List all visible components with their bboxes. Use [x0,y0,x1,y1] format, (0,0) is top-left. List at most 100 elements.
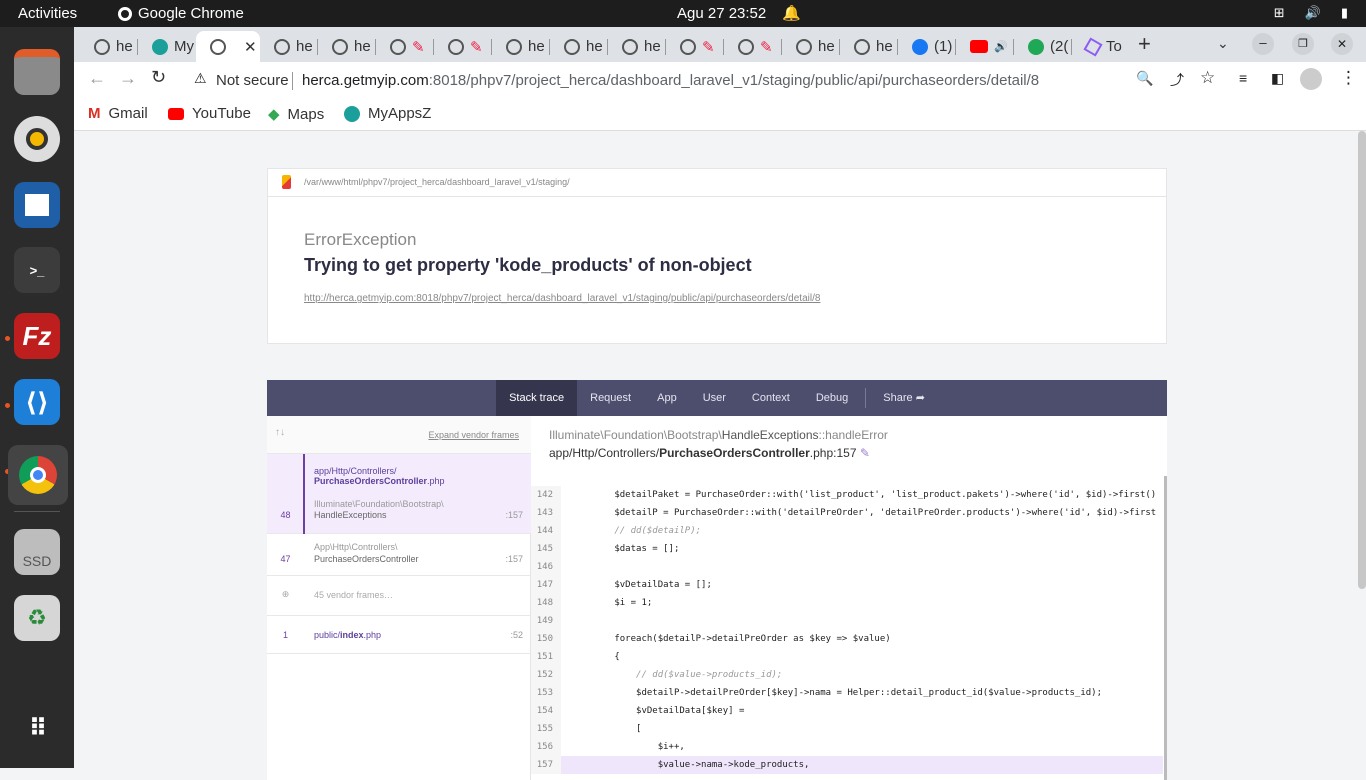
expand-vendor-link[interactable]: Expand vendor frames [428,430,519,440]
stack-frame[interactable]: App\Http\Controllers\ PurchaseOrdersCont… [267,534,531,576]
tab[interactable]: 🔊 [956,31,1014,62]
code-text: $detailP = PurchaseOrder::with('detailPr… [571,508,1157,518]
writer-icon[interactable] [14,182,60,228]
code-text: { [571,652,620,662]
tab[interactable]: (1) [898,31,956,62]
reload-icon[interactable]: ↻ [151,67,166,88]
wand-icon: ✎ [760,38,773,56]
tab-search-icon[interactable]: ⌄ [1217,35,1229,52]
tab[interactable]: ✎ [666,31,724,62]
files-icon[interactable] [14,49,60,95]
menu-icon[interactable]: ⋮ [1340,68,1357,88]
error-header: /var/www/html/phpv7/project_herca/dashbo… [267,168,1167,344]
tab[interactable]: ✎ [724,31,782,62]
bookmark-myappsz[interactable]: MyAppsZ [344,105,431,122]
zoom-icon[interactable]: 🔍 [1136,70,1153,87]
ignition-logo-icon [282,175,291,189]
system-top-bar: Activities Google Chrome Agu 27 23:52 🔔 … [0,0,1366,27]
terminal-icon[interactable]: >_ [14,247,60,293]
request-url-link[interactable]: http://herca.getmyip.com:8018/phpv7/proj… [304,293,820,304]
tab[interactable]: ✎ [434,31,492,62]
tab[interactable]: (2( [1014,31,1072,62]
apps-grid-icon[interactable]: ⠿ [14,705,60,751]
system-tray[interactable]: ⊞ 🔊 ▮ [1274,5,1348,21]
warning-icon: ⚠ [194,70,207,86]
star-icon[interactable]: ☆ [1200,68,1215,88]
new-tab-button[interactable]: + [1138,31,1151,57]
youtube-icon [970,40,988,53]
line-number: 148 [531,594,561,612]
close-window-button[interactable]: ✕ [1331,33,1353,55]
forward-icon[interactable]: → [119,68,137,89]
vscode-icon[interactable]: ⟨⟩ [14,379,60,425]
code-scrollbar[interactable] [1164,476,1167,780]
tab-request[interactable]: Request [577,380,644,416]
tab-app[interactable]: App [644,380,690,416]
globe-icon [448,38,464,55]
code-text: $i++, [571,742,685,752]
globe-icon [210,38,226,55]
bookmark-youtube[interactable]: YouTube [168,105,251,122]
tab[interactable]: he [550,31,608,62]
vendor-frames-toggle[interactable]: ⊕ 45 vendor frames… [267,576,531,616]
globe-icon [854,38,870,55]
battery-icon: ▮ [1340,5,1348,20]
globe-icon [506,38,522,55]
close-icon[interactable]: ✕ [244,38,257,56]
side-panel-icon[interactable]: ◧ [1271,70,1284,87]
activities-button[interactable]: Activities [18,5,77,22]
line-number: 144 [531,522,561,540]
maximize-button[interactable]: ❐ [1292,33,1314,55]
wand-icon: ✎ [412,38,425,56]
tab[interactable]: he [260,31,318,62]
exception-file[interactable]: app/Http/Controllers/PurchaseOrdersContr… [549,446,870,460]
share-button[interactable]: Share ➦ [870,380,938,416]
edit-pencil-icon[interactable]: ✎ [860,446,870,460]
app-menu[interactable]: Google Chrome [118,5,244,22]
clock[interactable]: Agu 27 23:52 [677,5,766,22]
page-scrollbar[interactable] [1358,131,1366,589]
tab[interactable]: he [608,31,666,62]
tab-strip: he My ✕ he he ✎ ✎ he he he ✎ ✎ he he (1)… [74,27,1366,62]
stack-frame-selected[interactable]: app/Http/Controllers/PurchaseOrdersContr… [267,454,531,534]
code-line-highlighted: 157 $value->nama->kode_products, [531,756,1163,774]
bookmark-gmail[interactable]: M Gmail [88,105,148,122]
tab-stack-trace[interactable]: Stack trace [496,380,578,416]
line-number: 157 [531,756,561,774]
minimize-button[interactable]: – [1252,33,1274,55]
tab[interactable]: To [1072,31,1130,62]
bookmark-maps[interactable]: ◆ Maps [268,105,324,124]
chrome-icon[interactable] [8,445,68,505]
plus-circle-icon: ⊕ [281,589,290,599]
code-text: $value->nama->kode_products, [571,760,810,770]
security-label[interactable]: Not secure [216,72,289,89]
tab[interactable]: he [492,31,550,62]
tab[interactable]: he [318,31,376,62]
filezilla-icon[interactable]: Fz [14,313,60,359]
sort-arrows-icon[interactable]: ↑↓ [275,427,285,438]
tab[interactable]: he [80,31,138,62]
line-number: 151 [531,648,561,666]
profile-icon[interactable] [1300,68,1322,90]
tab-user[interactable]: User [690,380,739,416]
tab[interactable]: My [138,31,196,62]
tab[interactable]: he [840,31,898,62]
tab-context[interactable]: Context [739,380,803,416]
tab[interactable]: he [782,31,840,62]
code-lines: 142 $detailPaket = PurchaseOrder::with('… [531,486,1163,780]
globe-icon [564,38,580,55]
trash-icon[interactable]: ♻ [14,595,60,641]
tab-active[interactable]: ✕ [196,31,260,62]
stack-frame[interactable]: 1 public/index.php :52 [267,616,531,654]
reading-list-icon[interactable]: ≡ [1239,70,1247,86]
tab[interactable]: ✎ [376,31,434,62]
code-text: // dd($detailP); [571,526,702,536]
tab-debug[interactable]: Debug [803,380,861,416]
ssd-icon[interactable]: SSD [14,529,60,575]
share-arrow-icon: ➦ [915,392,925,404]
back-icon[interactable]: ← [88,68,106,89]
share-icon[interactable]: ⤴ [1170,70,1184,90]
globe-icon [274,38,290,55]
rhythmbox-icon[interactable] [14,116,60,162]
code-text: [ [571,724,642,734]
